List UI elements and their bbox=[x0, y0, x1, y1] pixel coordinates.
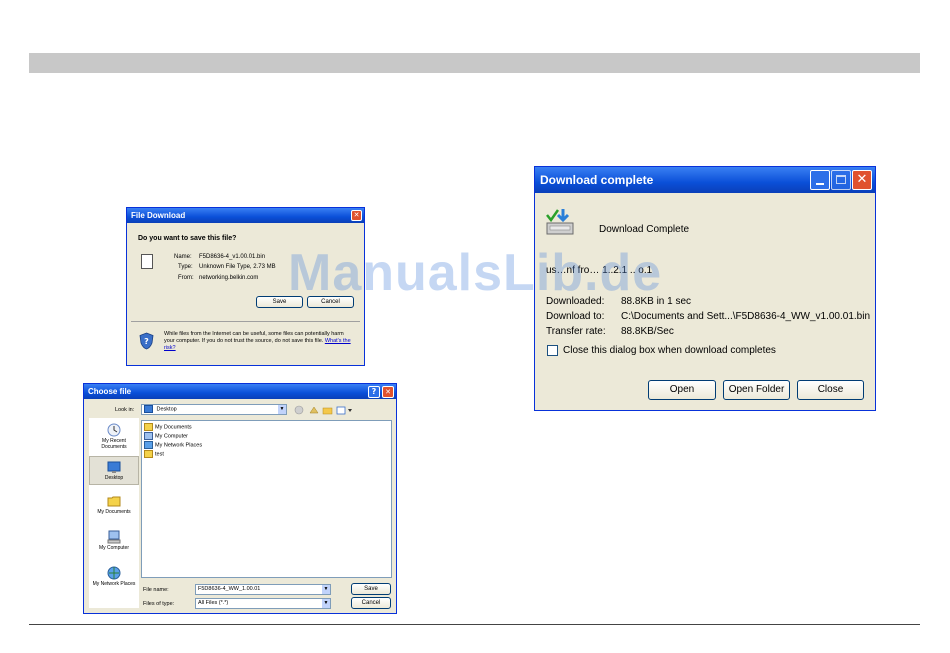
list-item[interactable]: My Documents bbox=[144, 423, 192, 431]
file-name-label: File name: bbox=[143, 587, 169, 593]
recent-documents-icon bbox=[107, 423, 121, 437]
place-my-recent-documents[interactable]: My Recent Documents bbox=[89, 423, 139, 450]
cancel-button[interactable]: Cancel bbox=[351, 597, 391, 609]
look-in-label: Look in: bbox=[115, 407, 135, 413]
open-folder-button[interactable]: Open Folder bbox=[723, 380, 790, 400]
list-item[interactable]: My Computer bbox=[144, 432, 188, 440]
place-label: My Recent Documents bbox=[101, 438, 127, 450]
type-label: Type: bbox=[178, 264, 193, 270]
choose-file-dialog: Choose file ? ✕ Look in: Desktop ▼ My Re… bbox=[83, 383, 397, 614]
look-in-dropdown[interactable]: Desktop ▼ bbox=[141, 404, 287, 415]
type-value: Unknown File Type, 2.73 MB bbox=[199, 264, 276, 270]
files-of-type-label: Files of type: bbox=[143, 601, 175, 607]
view-menu-icon bbox=[336, 406, 346, 415]
choose-file-close-button[interactable]: ✕ bbox=[382, 386, 394, 398]
file-download-title: File Download bbox=[131, 211, 186, 220]
transfer-rate-label: Transfer rate: bbox=[546, 326, 606, 337]
look-in-value: Desktop bbox=[156, 406, 177, 413]
chevron-down-icon: ▼ bbox=[322, 585, 330, 594]
download-complete-heading: Download Complete bbox=[599, 224, 690, 235]
places-bar: My Recent Documents Desktop My Documents… bbox=[89, 418, 139, 608]
choose-file-title: Choose file bbox=[88, 387, 132, 396]
name-value: F5D8636-4_v1.00.01.bin bbox=[199, 254, 266, 260]
list-item-label: test bbox=[155, 451, 164, 458]
download-complete-title: Download complete bbox=[540, 173, 654, 187]
minimize-button[interactable] bbox=[810, 170, 830, 190]
warning-message: While files from the Internet can be use… bbox=[164, 331, 354, 352]
network-icon bbox=[144, 441, 153, 449]
network-icon bbox=[107, 566, 121, 580]
divider bbox=[131, 321, 360, 322]
list-item-label: My Documents bbox=[155, 424, 192, 431]
help-button[interactable]: ? bbox=[368, 386, 380, 398]
file-icon bbox=[141, 254, 153, 269]
maximize-button[interactable] bbox=[831, 170, 851, 190]
file-name-value: F5D8636-4_WW_1.00.01 bbox=[198, 586, 261, 592]
file-download-titlebar: File Download bbox=[127, 208, 364, 223]
desktop-icon bbox=[107, 461, 121, 473]
close-icon: ✕ bbox=[856, 172, 868, 187]
file-download-question: Do you want to save this file? bbox=[138, 235, 237, 242]
file-download-close-button[interactable]: ✕ bbox=[351, 210, 362, 221]
chevron-down-icon: ▼ bbox=[278, 405, 286, 414]
close-button[interactable]: Close bbox=[797, 380, 864, 400]
chevron-down-icon: ▼ bbox=[322, 599, 330, 608]
place-label: My Network Places bbox=[92, 581, 136, 587]
place-my-computer[interactable]: My Computer bbox=[89, 530, 139, 551]
download-to-label: Download to: bbox=[546, 311, 605, 322]
list-item[interactable]: test bbox=[144, 450, 164, 458]
folder-icon bbox=[107, 496, 121, 507]
computer-icon bbox=[144, 432, 153, 440]
list-item-label: My Network Places bbox=[155, 442, 203, 449]
footer-rule bbox=[29, 624, 920, 625]
from-label: From: bbox=[178, 275, 194, 281]
maximize-icon bbox=[836, 175, 846, 184]
files-of-type-select[interactable]: All Files (*.*) ▼ bbox=[195, 598, 331, 609]
files-of-type-value: All Files (*.*) bbox=[198, 600, 229, 606]
place-label: My Computer bbox=[98, 545, 129, 551]
header-bar bbox=[29, 53, 920, 73]
list-item[interactable]: My Network Places bbox=[144, 441, 202, 449]
open-button[interactable]: Open bbox=[648, 380, 716, 400]
list-item-label: My Computer bbox=[155, 433, 189, 440]
file-list[interactable]: My Documents My Computer My Network Plac… bbox=[141, 420, 392, 578]
minimize-icon bbox=[816, 183, 824, 185]
close-when-complete-checkbox[interactable] bbox=[547, 345, 558, 356]
warning-text: While files from the Internet can be use… bbox=[164, 331, 344, 344]
svg-text:?: ? bbox=[144, 337, 149, 346]
back-icon bbox=[294, 405, 304, 415]
place-my-network-places[interactable]: My Network Places bbox=[89, 566, 139, 587]
save-button[interactable]: Save bbox=[351, 583, 391, 595]
place-label: My Documents bbox=[97, 509, 131, 515]
place-my-documents[interactable]: My Documents bbox=[89, 494, 139, 515]
folder-icon bbox=[144, 450, 153, 458]
download-complete-icon bbox=[546, 209, 574, 235]
place-label: Desktop bbox=[104, 475, 124, 481]
computer-icon bbox=[107, 530, 121, 544]
close-window-button[interactable]: ✕ bbox=[852, 170, 872, 190]
new-folder-icon bbox=[322, 407, 333, 415]
desktop-icon bbox=[144, 405, 153, 413]
from-value: networking.belkin.com bbox=[199, 275, 259, 281]
toolbar-icons bbox=[294, 405, 352, 415]
close-when-complete-label: Close this dialog box when download comp… bbox=[563, 345, 776, 356]
name-label: Name: bbox=[174, 254, 192, 260]
folder-icon bbox=[144, 423, 153, 431]
choose-file-titlebar: Choose file bbox=[84, 384, 396, 399]
shield-icon: ? bbox=[139, 332, 154, 350]
download-to-value: C:\Documents and Sett...\F5D8636-4_WW_v1… bbox=[621, 311, 871, 322]
place-desktop[interactable]: Desktop bbox=[89, 456, 139, 485]
up-folder-icon bbox=[309, 406, 319, 414]
transfer-rate-value: 88.8KB/Sec bbox=[621, 326, 674, 337]
file-name-input[interactable]: F5D8636-4_WW_1.00.01 ▼ bbox=[195, 584, 331, 595]
watermark: ManualsLib.de bbox=[288, 244, 663, 302]
